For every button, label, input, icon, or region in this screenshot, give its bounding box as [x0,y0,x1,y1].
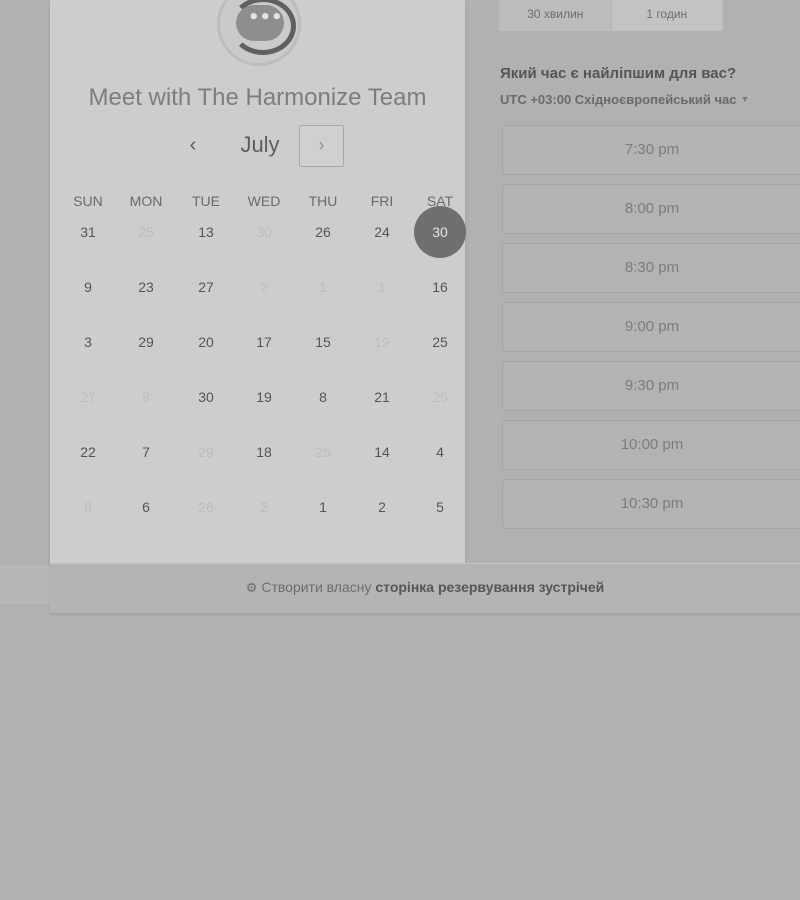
sprocket-icon: ⚙ [245,581,258,596]
calendar-day[interactable]: 3 [62,316,114,368]
time-slot-button[interactable]: 7:30 pm [502,125,800,175]
calendar-day[interactable]: 22 [62,426,114,478]
calendar-day: 2 [260,499,268,515]
calendar-day: 1 [319,279,327,295]
calendar-day[interactable]: 24 [356,206,408,258]
calendar-card: ••• Meet with The Harmonize Team ‹ July … [50,0,466,563]
calendar-day[interactable]: 18 [238,426,290,478]
prev-month-button[interactable]: ‹ [178,132,208,158]
time-slot-button[interactable]: 9:00 pm [502,302,800,352]
calendar-day[interactable]: 17 [238,316,290,368]
time-question: Який час є найліпшим для вас? [500,65,737,82]
calendar-day: 1 [378,279,386,295]
calendar-day: 30 [256,224,272,240]
duration-tab-1hour[interactable]: 1 годин [612,0,723,30]
team-avatar: ••• [217,0,301,66]
calendar-day: 27 [80,389,96,405]
footer-link[interactable]: сторінка резервування зустрічей [375,579,604,595]
meeting-title: Meet with The Harmonize Team [88,84,427,111]
calendar-day[interactable]: 7 [120,426,172,478]
calendar-day[interactable]: 20 [180,316,232,368]
calendar-day: 25 [138,224,154,240]
calendar-day[interactable]: 23 [120,261,172,313]
calendar-day[interactable]: 26 [297,206,349,258]
timezone-label: UTC +03:00 Східноєвропейський час [500,92,737,107]
background-band [0,566,50,606]
calendar-day: 26 [198,499,214,515]
calendar-day[interactable]: 16 [414,261,466,313]
calendar-day: 25 [432,389,448,405]
calendar-day[interactable]: 8 [297,371,349,423]
calendar-day[interactable]: 31 [62,206,114,258]
caret-down-icon: ▼ [740,94,750,104]
footer-bar: ⚙ Створити власну сторінка резервування з… [50,563,800,613]
calendar-day[interactable]: 27 [180,261,232,313]
timezone-selector[interactable]: UTC +03:00 Східноєвропейський час ▼ [500,92,749,107]
month-label: July [240,132,280,157]
calendar-day[interactable]: 19 [238,371,290,423]
calendar-day: 8 [84,499,92,515]
duration-tabs: 30 хвилин 1 годин [499,0,723,31]
calendar-day: 8 [142,389,150,405]
calendar-day[interactable]: 25 [414,316,466,368]
calendar-day[interactable]: 30 [180,371,232,423]
time-slot-button[interactable]: 10:30 pm [502,479,800,529]
calendar-day[interactable]: 14 [356,426,408,478]
calendar-day: 2 [260,279,268,295]
time-slot-button[interactable]: 8:30 pm [502,243,800,293]
calendar-day[interactable]: 4 [414,426,466,478]
calendar-day[interactable]: 15 [297,316,349,368]
time-slot-button[interactable]: 10:00 pm [502,420,800,470]
time-slot-button[interactable]: 9:30 pm [502,361,800,411]
calendar-day: 19 [374,334,390,350]
calendar-day[interactable]: 2 [356,481,408,533]
ellipsis-icon: ••• [248,7,283,28]
time-slot-button[interactable]: 8:00 pm [502,184,800,234]
footer-prefix: Створити власну [261,579,372,595]
calendar-day[interactable]: 21 [356,371,408,423]
calendar-day-selected[interactable]: 30 [414,206,466,258]
calendar-day[interactable]: 1 [297,481,349,533]
calendar-day: 29 [198,444,214,460]
calendar-day: 25 [315,444,331,460]
calendar-day[interactable]: 9 [62,261,114,313]
calendar-day[interactable]: 5 [414,481,466,533]
calendar-day[interactable]: 29 [120,316,172,368]
next-month-button[interactable]: › [299,125,344,167]
month-navigation: ‹ July › [50,124,465,168]
calendar-day[interactable]: 13 [180,206,232,258]
calendar-day[interactable]: 6 [120,481,172,533]
duration-tab-30min[interactable]: 30 хвилин [500,0,612,30]
